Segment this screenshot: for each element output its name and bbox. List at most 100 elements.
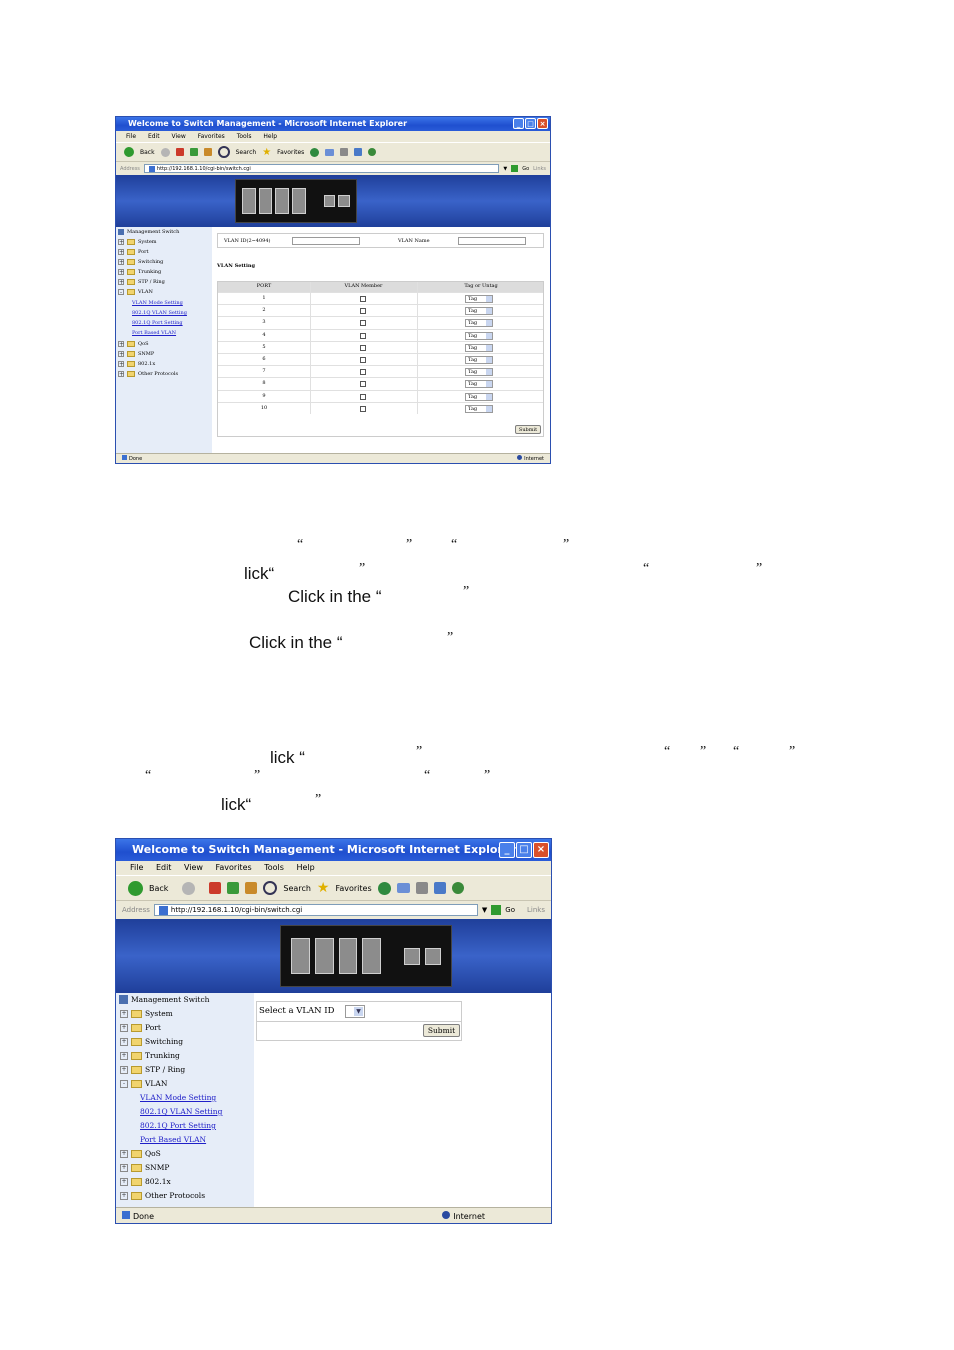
print-icon[interactable]	[340, 148, 349, 156]
vlan-member-checkbox[interactable]	[360, 381, 366, 388]
tag-untag-select[interactable]: Tag	[465, 319, 493, 328]
sidebar-item-snmp[interactable]: + SNMP	[120, 1163, 169, 1172]
favorites-icon[interactable]: ★	[317, 880, 330, 896]
search-icon[interactable]	[217, 146, 230, 158]
refresh-icon[interactable]	[227, 882, 240, 894]
sidebar-item-port[interactable]: + Port	[120, 1023, 161, 1032]
go-button[interactable]: Go	[505, 906, 515, 914]
sidebar-item-system[interactable]: + System	[120, 1009, 173, 1018]
vlan-name-input[interactable]	[458, 237, 526, 245]
sidebar-link-8021q-port-setting[interactable]: 802.1Q Port Setting	[140, 1121, 216, 1130]
sidebar-link-8021q-vlan-setting[interactable]: 802.1Q VLAN Setting	[132, 310, 187, 316]
expand-icon[interactable]: +	[120, 1177, 128, 1186]
refresh-icon[interactable]	[189, 148, 198, 156]
links-label[interactable]: Links	[533, 166, 546, 172]
collapse-icon[interactable]: -	[118, 289, 124, 296]
sidebar-item-switching[interactable]: + Switching	[120, 1037, 183, 1046]
title-bar[interactable]: Welcome to Switch Management - Microsoft…	[116, 839, 551, 861]
maximize-button[interactable]: □	[525, 118, 536, 129]
vlan-member-checkbox[interactable]	[360, 344, 366, 351]
sidebar-item-qos[interactable]: + QoS	[118, 341, 149, 348]
sidebar-item-system[interactable]: + System	[118, 239, 157, 246]
sidebar-link-vlan-mode-setting[interactable]: VLAN Mode Setting	[132, 300, 183, 306]
tag-untag-select[interactable]: Tag	[465, 343, 493, 352]
tag-untag-select[interactable]: Tag	[465, 356, 493, 364]
sidebar-link-port-based-vlan[interactable]: Port Based VLAN	[140, 1135, 206, 1144]
menu-file[interactable]: File	[126, 133, 136, 140]
sidebar-item-switching[interactable]: + Switching	[118, 259, 163, 266]
menu-edit[interactable]: Edit	[156, 863, 172, 872]
tag-untag-select[interactable]: Tag	[465, 392, 493, 401]
sidebar-item-8021x[interactable]: +802.1x	[120, 1177, 171, 1186]
collapse-icon[interactable]: -	[120, 1079, 128, 1088]
sidebar-item-port[interactable]: + Port	[118, 249, 149, 256]
close-button[interactable]: ×	[537, 118, 548, 129]
go-icon[interactable]	[491, 905, 502, 915]
mail-icon[interactable]	[396, 883, 410, 893]
sidebar-item-other-protocols[interactable]: + Other Protocols	[118, 371, 178, 378]
expand-icon[interactable]: +	[118, 269, 124, 276]
links-label[interactable]: Links	[527, 906, 545, 914]
vlan-member-checkbox[interactable]	[360, 296, 366, 302]
expand-icon[interactable]: +	[118, 351, 124, 358]
title-bar[interactable]: Welcome to Switch Management - Microsoft…	[116, 117, 550, 131]
sidebar-item-trunking[interactable]: + Trunking	[120, 1051, 180, 1060]
expand-icon[interactable]: +	[120, 1191, 128, 1200]
sidebar-item-8021x[interactable]: +802.1x	[118, 361, 155, 368]
vlan-member-checkbox[interactable]	[360, 308, 366, 315]
menu-tools[interactable]: Tools	[237, 133, 252, 140]
address-input[interactable]: http://192.168.1.10/cgi-bin/switch.cgi	[153, 903, 478, 917]
favorites-icon[interactable]: ★	[262, 147, 271, 158]
tag-untag-select[interactable]: Tag	[465, 404, 493, 413]
menu-edit[interactable]: Edit	[148, 133, 160, 140]
forward-icon[interactable]	[182, 881, 196, 895]
stop-icon[interactable]	[175, 148, 184, 156]
sidebar-item-snmp[interactable]: + SNMP	[118, 351, 154, 358]
back-label[interactable]: Back	[149, 884, 168, 893]
close-button[interactable]: ×	[533, 842, 549, 858]
tag-untag-select[interactable]: Tag	[465, 368, 493, 377]
home-icon[interactable]	[203, 148, 212, 156]
sidebar-link-8021q-vlan-setting[interactable]: 802.1Q VLAN Setting	[140, 1107, 222, 1116]
submit-button[interactable]: Submit	[515, 425, 541, 434]
expand-icon[interactable]: +	[120, 1065, 128, 1074]
sidebar-item-vlan[interactable]: - VLAN	[120, 1079, 167, 1088]
forward-icon[interactable]	[160, 147, 170, 157]
expand-icon[interactable]: +	[120, 1051, 128, 1060]
address-input[interactable]: http://192.168.1.10/cgi-bin/switch.cgi	[143, 163, 500, 174]
edit-icon[interactable]	[354, 148, 363, 156]
search-icon[interactable]	[263, 881, 278, 895]
media-icon[interactable]	[310, 147, 320, 157]
expand-icon[interactable]: +	[118, 371, 124, 378]
stop-icon[interactable]	[209, 882, 222, 894]
menu-file[interactable]: File	[130, 863, 143, 872]
expand-icon[interactable]: +	[118, 361, 124, 368]
menu-view[interactable]: View	[172, 133, 186, 140]
menu-help[interactable]: Help	[263, 133, 277, 140]
sidebar-item-vlan[interactable]: - VLAN	[118, 289, 153, 296]
vlan-member-checkbox[interactable]	[360, 332, 366, 339]
expand-icon[interactable]: +	[120, 1149, 128, 1158]
search-label[interactable]: Search	[283, 884, 310, 893]
messenger-icon[interactable]	[451, 882, 464, 894]
search-label[interactable]: Search	[236, 149, 257, 156]
messenger-icon[interactable]	[368, 148, 377, 156]
tag-untag-select[interactable]: Tag	[465, 380, 493, 389]
back-label[interactable]: Back	[140, 149, 155, 156]
favorites-label[interactable]: Favorites	[277, 149, 304, 156]
menu-view[interactable]: View	[184, 863, 203, 872]
tag-untag-select[interactable]: Tag	[465, 307, 493, 316]
sidebar-link-vlan-mode-setting[interactable]: VLAN Mode Setting	[140, 1093, 216, 1102]
expand-icon[interactable]: +	[120, 1009, 128, 1018]
address-dropdown-icon[interactable]: ▼	[503, 166, 507, 172]
expand-icon[interactable]: +	[118, 341, 124, 348]
favorites-label[interactable]: Favorites	[335, 884, 371, 893]
go-icon[interactable]	[511, 165, 519, 172]
vlan-member-checkbox[interactable]	[360, 320, 366, 327]
minimize-button[interactable]: _	[499, 842, 515, 858]
vlan-id-select[interactable]: ▼	[345, 1005, 365, 1018]
tag-untag-select[interactable]: Tag	[465, 331, 493, 340]
mail-icon[interactable]	[325, 148, 335, 156]
menu-help[interactable]: Help	[296, 863, 314, 872]
menu-favorites[interactable]: Favorites	[198, 133, 225, 140]
